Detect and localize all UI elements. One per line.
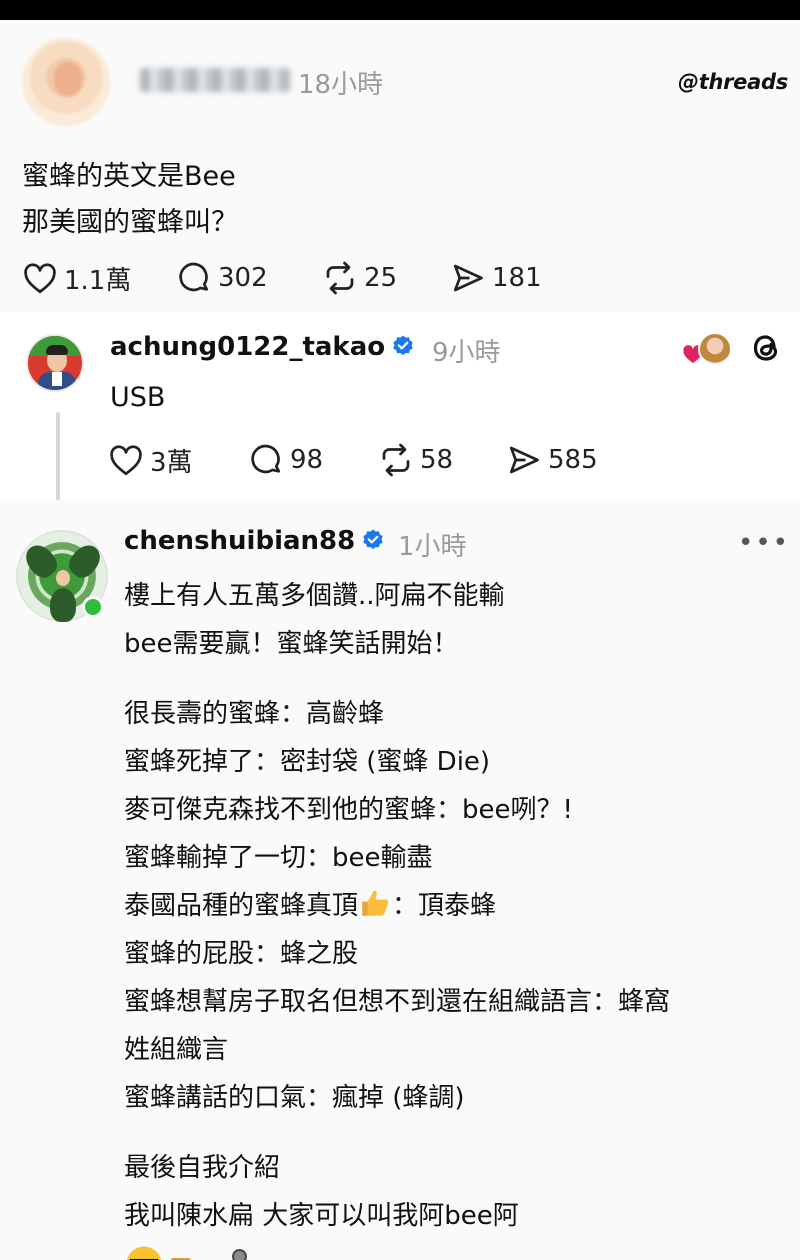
repost-count: 25 [364, 263, 398, 293]
joke-line: 蜜蜂的屁股：蜂之股 [124, 939, 359, 969]
joke-line: 蜜蜂輸掉了一切：bee輸盡 [124, 843, 433, 873]
thumbs-up-icon [362, 890, 389, 916]
joke-line: 蜜蜂講話的口氣：瘋掉 (蜂調) [124, 1083, 465, 1113]
comment-count: 302 [218, 263, 268, 293]
post-text: 蜜蜂的英文是Bee 那美國的蜜蜂叫？ [22, 154, 238, 246]
sunglasses-emoji-icon [126, 1246, 162, 1260]
reply-text: USB [110, 382, 166, 413]
repost-icon [382, 443, 410, 477]
avatar[interactable] [22, 38, 110, 126]
threads-logo: @threads [678, 70, 788, 94]
reply-time: 9小時 [432, 338, 501, 368]
verified-icon [363, 529, 383, 550]
username-text: chenshuibian88 [124, 526, 356, 556]
avatar[interactable] [26, 334, 84, 392]
reply-body: 樓上有人五萬多個讚..阿扁不能輸 bee需要贏！蜜蜂笑話開始！ 很長壽的蜜蜂：高… [124, 572, 784, 1260]
comment-button[interactable]: 98 [248, 442, 323, 478]
text-line: 樓上有人五萬多個讚..阿扁不能輸 [124, 581, 505, 611]
repost-count: 58 [420, 445, 454, 475]
like-count: 3萬 [150, 448, 193, 478]
heart-icon [110, 444, 142, 475]
joke-line: 蜜蜂死掉了：密封袋 (蜜蜂 Die) [124, 747, 491, 777]
repost-icon [326, 261, 354, 295]
threads-icon[interactable] [746, 328, 786, 368]
share-icon [509, 446, 539, 474]
share-button[interactable]: 585 [506, 442, 598, 478]
share-count: 181 [492, 263, 542, 293]
text-line: 最後自我介紹 [124, 1153, 281, 1183]
verified-icon [393, 335, 413, 356]
like-button[interactable]: 3萬 [108, 442, 193, 479]
like-button[interactable]: 1.1萬 [22, 260, 131, 297]
liker-avatar[interactable] [698, 332, 732, 366]
post-line: 那美國的蜜蜂叫？ [22, 207, 238, 238]
joke-line: 麥可傑克森找不到他的蜜蜂：bee咧？! [124, 795, 573, 825]
username[interactable]: chenshuibian88 [124, 526, 385, 556]
reply-post: achung0122_takao 9小時 USB 3萬 98 58 585 [0, 312, 800, 502]
comment-icon [179, 262, 209, 292]
joke-text: 泰國品種的蜜蜂真頂 [124, 891, 359, 921]
pointing-hand-icon [171, 1258, 192, 1260]
comment-count: 98 [290, 445, 324, 475]
microphone-icon [232, 1249, 247, 1260]
joke-line: 泰國品種的蜜蜂真頂 ：頂泰蜂 [124, 882, 784, 930]
username[interactable]: achung0122_takao [110, 332, 415, 362]
comment-button[interactable]: 302 [176, 260, 268, 296]
text-line: bee需要贏！蜜蜂笑話開始！ [124, 629, 459, 659]
joke-line: 姓組織言 [124, 1035, 229, 1065]
online-status-dot [82, 596, 104, 618]
share-count: 585 [548, 445, 598, 475]
reply-time: 1小時 [398, 532, 467, 562]
repost-button[interactable]: 25 [322, 260, 397, 296]
text-line: 我叫陳水扁 大家可以叫我阿bee阿 [124, 1201, 519, 1231]
emoji-row [124, 1244, 784, 1260]
like-count: 1.1萬 [64, 266, 132, 296]
status-bar [0, 0, 800, 20]
joke-line: 蜜蜂想幫房子取名但想不到還在組織語言：蜂窩 [124, 987, 671, 1017]
post-time: 18小時 [298, 70, 384, 100]
original-post: 18小時 @threads 蜜蜂的英文是Bee 那美國的蜜蜂叫？ 1.1萬 30… [0, 20, 800, 312]
comment-icon [251, 444, 281, 474]
share-button[interactable]: 181 [450, 260, 542, 296]
reply-post: chenshuibian88 1小時 ••• 樓上有人五萬多個讚..阿扁不能輸 … [0, 500, 800, 1260]
share-icon [453, 264, 483, 292]
blurred-username [140, 68, 290, 92]
joke-text: ：頂泰蜂 [392, 891, 497, 921]
more-options-button[interactable]: ••• [738, 528, 790, 558]
heart-icon [24, 262, 56, 293]
post-line: 蜜蜂的英文是Bee [22, 161, 236, 192]
thread-line [56, 412, 60, 502]
repost-button[interactable]: 58 [378, 442, 453, 478]
username-text: achung0122_takao [110, 332, 386, 362]
joke-line: 很長壽的蜜蜂：高齡蜂 [124, 699, 385, 729]
